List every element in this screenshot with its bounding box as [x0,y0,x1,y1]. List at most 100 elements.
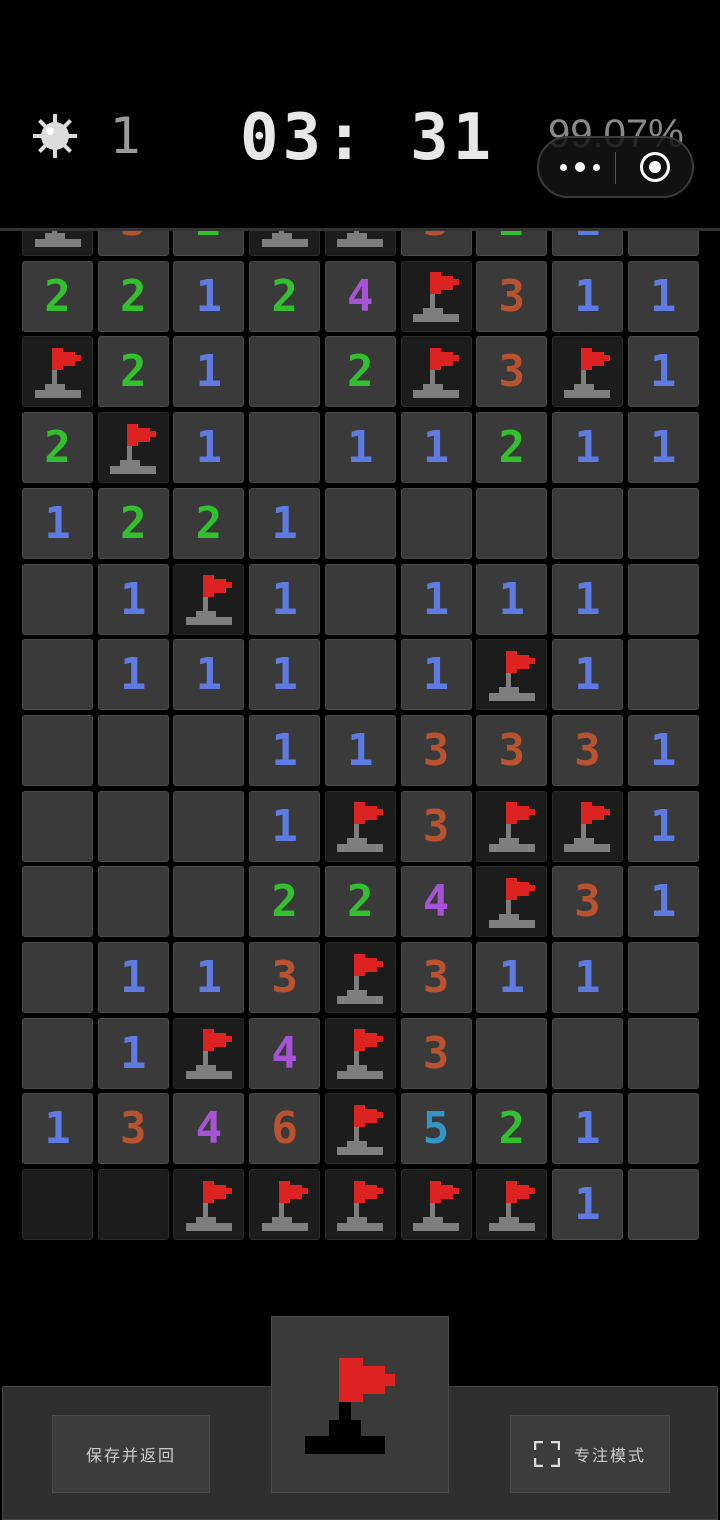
flagged-cell[interactable] [551,790,623,862]
empty-cell[interactable] [627,639,699,711]
number-cell[interactable]: 1 [551,412,623,484]
number-cell[interactable]: 2 [324,336,396,408]
number-cell[interactable]: 3 [400,1017,472,1089]
number-cell[interactable]: 6 [249,1093,321,1165]
number-cell[interactable]: 1 [551,563,623,635]
flagged-cell[interactable] [97,412,169,484]
number-cell[interactable]: 1 [551,1093,623,1165]
empty-cell[interactable] [627,1093,699,1165]
number-cell[interactable]: 1 [22,487,93,559]
number-cell[interactable]: 3 [400,714,472,786]
number-cell[interactable]: 1 [173,942,245,1013]
number-cell[interactable]: 4 [173,1093,245,1165]
number-cell[interactable]: 1 [551,1169,623,1241]
number-cell[interactable]: 1 [400,639,472,711]
number-cell[interactable]: 1 [476,563,548,635]
empty-cell[interactable] [97,714,169,786]
empty-cell[interactable] [22,639,93,711]
number-cell[interactable]: 1 [627,260,699,332]
number-cell[interactable]: 1 [627,336,699,408]
number-cell[interactable]: 1 [97,563,169,635]
number-cell[interactable]: 2 [173,231,245,256]
flagged-cell[interactable] [476,1169,548,1241]
number-cell[interactable]: 2 [97,260,169,332]
empty-cell[interactable] [97,866,169,938]
flagged-cell[interactable] [173,563,245,635]
number-cell[interactable]: 2 [22,412,93,484]
number-cell[interactable]: 4 [400,866,472,938]
save-and-return-button[interactable]: 保存并返回 [52,1415,210,1493]
empty-cell[interactable] [97,790,169,862]
flagged-cell[interactable] [22,336,93,408]
empty-cell[interactable] [551,487,623,559]
number-cell[interactable]: 1 [627,412,699,484]
flagged-cell[interactable] [324,1093,396,1165]
target-close-icon[interactable] [621,138,689,196]
empty-cell[interactable] [324,639,396,711]
hidden-cell[interactable] [22,1169,93,1241]
number-cell[interactable]: 3 [551,714,623,786]
number-cell[interactable]: 2 [476,1093,548,1165]
empty-cell[interactable] [627,942,699,1013]
flagged-cell[interactable] [551,336,623,408]
number-cell[interactable]: 2 [476,412,548,484]
empty-cell[interactable] [400,487,472,559]
number-cell[interactable]: 3 [476,336,548,408]
number-cell[interactable]: 3 [400,790,472,862]
number-cell[interactable]: 1 [400,412,472,484]
empty-cell[interactable] [173,790,245,862]
number-cell[interactable]: 3 [476,714,548,786]
number-cell[interactable]: 3 [400,231,472,256]
flagged-cell[interactable] [324,790,396,862]
empty-cell[interactable] [249,336,321,408]
number-cell[interactable]: 1 [173,639,245,711]
flagged-cell[interactable] [22,231,93,256]
empty-cell[interactable] [22,866,93,938]
number-cell[interactable]: 5 [400,1093,472,1165]
empty-cell[interactable] [476,1017,548,1089]
focus-mode-button[interactable]: 专注模式 [510,1415,670,1493]
empty-cell[interactable] [627,1017,699,1089]
empty-cell[interactable] [173,866,245,938]
flagged-cell[interactable] [249,1169,321,1241]
empty-cell[interactable] [324,487,396,559]
flagged-cell[interactable] [476,866,548,938]
flag-mode-button[interactable] [271,1316,449,1493]
number-cell[interactable]: 2 [22,260,93,332]
flagged-cell[interactable] [400,336,472,408]
number-cell[interactable]: 1 [249,639,321,711]
number-cell[interactable]: 2 [249,866,321,938]
empty-cell[interactable] [22,942,93,1013]
empty-cell[interactable] [22,714,93,786]
flagged-cell[interactable] [476,790,548,862]
empty-cell[interactable] [173,714,245,786]
number-cell[interactable]: 1 [551,231,623,256]
number-cell[interactable]: 1 [249,790,321,862]
flagged-cell[interactable] [400,1169,472,1241]
empty-cell[interactable] [627,1169,699,1241]
number-cell[interactable]: 1 [249,714,321,786]
number-cell[interactable]: 1 [476,942,548,1013]
number-cell[interactable]: 4 [324,260,396,332]
more-dots-icon[interactable] [547,138,613,196]
number-cell[interactable]: 2 [324,866,396,938]
empty-cell[interactable] [627,487,699,559]
number-cell[interactable]: 3 [97,1093,169,1165]
number-cell[interactable]: 1 [97,1017,169,1089]
empty-cell[interactable] [476,487,548,559]
number-cell[interactable]: 3 [249,942,321,1013]
empty-cell[interactable] [22,563,93,635]
flagged-cell[interactable] [173,1017,245,1089]
hidden-cell[interactable] [97,1169,169,1241]
number-cell[interactable]: 2 [249,260,321,332]
empty-cell[interactable] [324,563,396,635]
number-cell[interactable]: 1 [22,1093,93,1165]
flagged-cell[interactable] [324,942,396,1013]
number-cell[interactable]: 1 [324,412,396,484]
number-cell[interactable]: 3 [400,942,472,1013]
number-cell[interactable]: 2 [97,487,169,559]
empty-cell[interactable] [249,412,321,484]
number-cell[interactable]: 1 [627,866,699,938]
flagged-cell[interactable] [249,231,321,256]
number-cell[interactable]: 1 [97,639,169,711]
